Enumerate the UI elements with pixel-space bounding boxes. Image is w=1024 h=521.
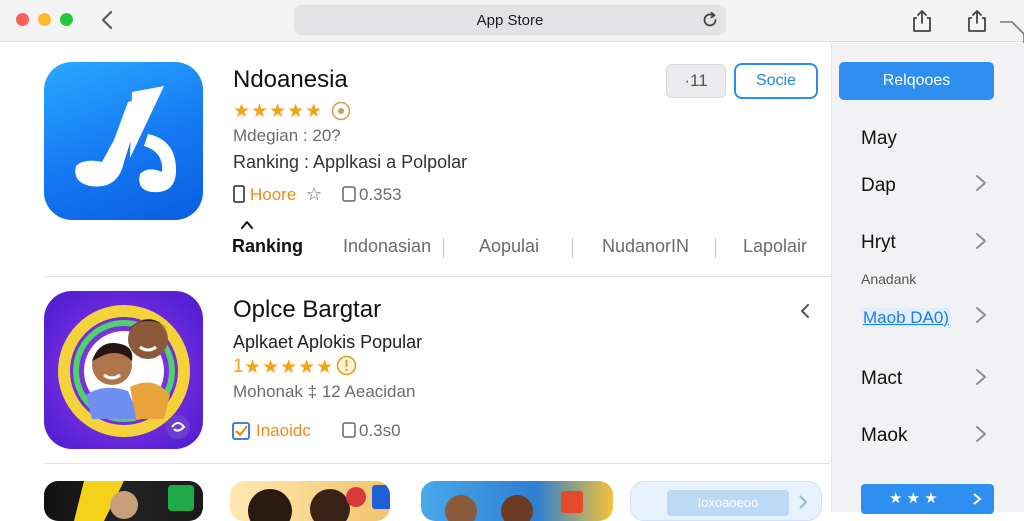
tab-aopulai[interactable]: Aopulai xyxy=(479,236,539,257)
chevron-right-icon xyxy=(799,495,808,509)
chevron-right-icon xyxy=(973,493,982,505)
app-ranking: Ranking : Applkasi a Polpolar xyxy=(233,152,468,172)
minimize-window-button[interactable] xyxy=(38,13,51,26)
share-icon-secondary[interactable] xyxy=(964,8,990,34)
tab-nudanorin[interactable]: NudanorIN xyxy=(602,236,689,257)
app-meta: Mdegian : 20? xyxy=(233,126,341,145)
rating-badge-icon xyxy=(336,355,357,376)
sidebar-item-hryt[interactable]: Hryt xyxy=(861,232,896,254)
chevron-left-icon[interactable] xyxy=(797,302,815,320)
chevron-right-icon[interactable] xyxy=(973,424,989,444)
thumbnail-art-icon xyxy=(445,491,583,521)
kids-illustration-icon xyxy=(58,305,190,439)
rating-badge-icon xyxy=(331,101,351,121)
tab-indonasian[interactable]: Indonasian xyxy=(343,236,431,257)
share-icon[interactable] xyxy=(909,8,935,34)
sidebar-item-mact[interactable]: Mact xyxy=(861,368,902,390)
phone-icon xyxy=(233,185,245,203)
app-size: 0.3s0 xyxy=(359,421,401,440)
app-meta: Mohonak ‡ 12 Aeacidan xyxy=(233,382,416,401)
thumbnail-art-icon xyxy=(74,481,194,521)
tab-separator xyxy=(715,238,716,258)
size-icon xyxy=(342,186,356,202)
app-tag-star: ☆ xyxy=(306,184,323,204)
chevron-right-icon[interactable] xyxy=(973,173,989,193)
tab-lapolair[interactable]: Lapolair xyxy=(743,236,807,257)
chevron-right-icon[interactable] xyxy=(973,231,989,251)
app-icon-kids[interactable] xyxy=(44,291,203,449)
music-note-icon xyxy=(75,86,176,193)
close-window-button[interactable] xyxy=(16,13,29,26)
tab-ranking[interactable]: Ranking xyxy=(232,236,303,257)
thumbnail-art-icon xyxy=(248,485,390,521)
sidebar-link[interactable]: Maob DA0) xyxy=(861,308,951,328)
address-text: App Store xyxy=(476,12,544,29)
thumbnail-app-3[interactable] xyxy=(44,481,203,521)
chevron-right-icon[interactable] xyxy=(973,367,989,387)
rating-stars: ★★★★★ xyxy=(233,101,324,122)
app-size: 0.353 xyxy=(359,185,402,204)
row-divider xyxy=(44,463,830,464)
app-tag[interactable]: Inaoidc xyxy=(256,421,311,441)
tab-separator xyxy=(443,238,444,258)
chevron-right-icon[interactable] xyxy=(973,305,989,325)
sidebar-section-label: Anadank xyxy=(861,271,917,287)
back-chevron-icon[interactable] xyxy=(96,6,120,34)
zoom-window-button[interactable] xyxy=(60,13,73,26)
sidebar-item-maok[interactable]: Maok xyxy=(861,425,907,447)
rating-prefix: 1 xyxy=(233,356,245,377)
thumbnail-card-label: Ioxoaoeoo xyxy=(667,490,789,516)
sidebar: Relqooes May Dap Hryt Anadank Maob DA0) … xyxy=(831,43,1024,514)
row-divider xyxy=(44,276,830,277)
app-subtitle: Aplkaet Aplokis Popular xyxy=(233,332,423,352)
sidebar-primary-button[interactable]: Relqooes xyxy=(839,62,994,100)
thumbnail-app-5[interactable] xyxy=(421,481,613,521)
corner-fold-icon xyxy=(1000,21,1024,44)
count-button[interactable]: ·11 xyxy=(666,64,726,98)
checkbox-icon[interactable] xyxy=(232,422,250,440)
app-title[interactable]: Ndoanesia xyxy=(233,66,348,94)
size-icon xyxy=(342,422,356,438)
thumbnail-card[interactable]: Ioxoaoeoo xyxy=(630,481,822,521)
app-title[interactable]: Oplce Bargtar xyxy=(233,296,381,324)
category-tabs: Ranking Indonasian Aopulai NudanorIN Lap… xyxy=(232,221,822,264)
window-titlebar: App Store xyxy=(0,0,1024,44)
sidebar-item-may[interactable]: May xyxy=(861,128,897,150)
search-button[interactable]: Socie xyxy=(734,63,818,99)
rating-stars: ★★★★★ xyxy=(244,357,335,378)
caret-up-icon xyxy=(241,221,253,229)
reload-icon[interactable] xyxy=(700,10,720,30)
app-tag[interactable]: Hoore xyxy=(250,185,296,205)
tab-separator xyxy=(572,238,573,258)
thumbnail-app-4[interactable] xyxy=(230,481,390,521)
address-bar[interactable]: App Store xyxy=(294,5,726,35)
app-icon-music[interactable] xyxy=(44,62,203,220)
sidebar-item-dap[interactable]: Dap xyxy=(861,175,896,197)
